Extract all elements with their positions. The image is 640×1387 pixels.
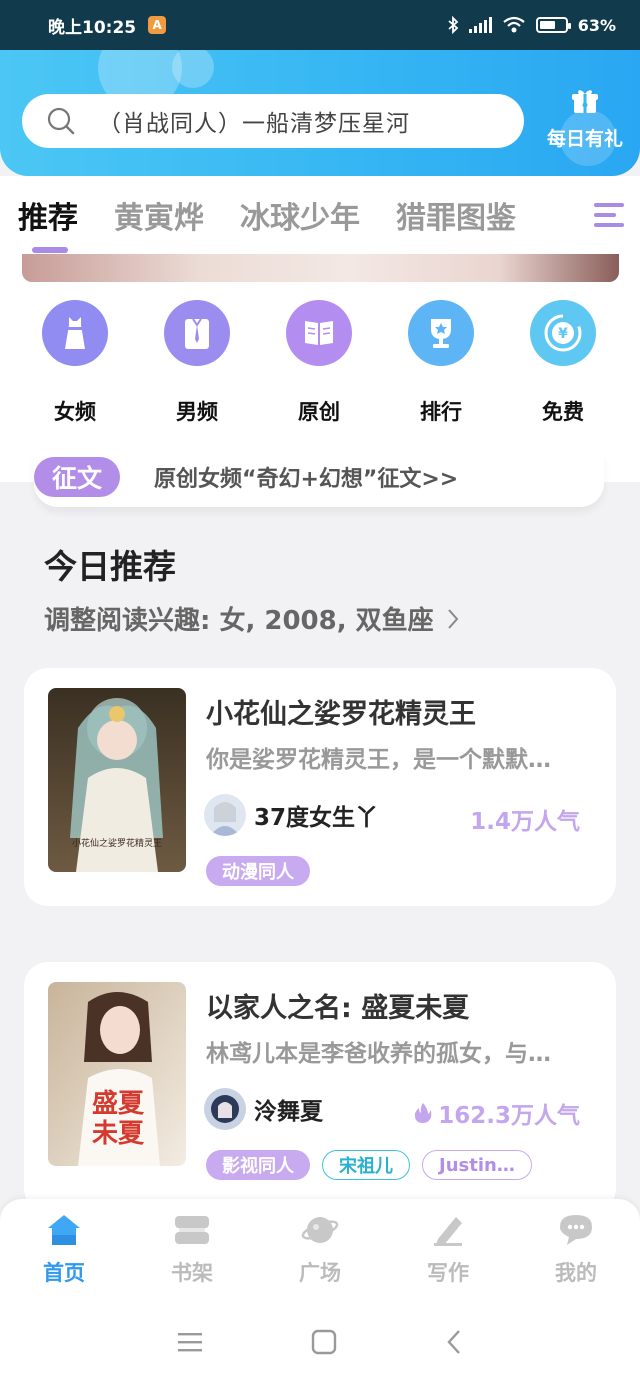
nav-label: 书架 <box>171 1261 213 1285</box>
tab-ice-hockey-youth[interactable]: 冰球少年 <box>240 193 360 237</box>
yuan-coin-icon: ¥ <box>530 300 596 366</box>
flame-icon <box>415 1103 432 1123</box>
signal-icon <box>468 17 492 33</box>
category-label: 男频 <box>176 400 218 424</box>
book-title[interactable]: 小花仙之娑罗花精灵王 <box>206 692 476 731</box>
category-label: 原创 <box>298 400 340 424</box>
book-tags: 动漫同人 <box>206 856 310 886</box>
tabs-menu-icon[interactable] <box>582 176 640 254</box>
system-nav-bar <box>0 1296 640 1387</box>
search-icon <box>47 107 75 135</box>
nav-plaza[interactable]: 广场 <box>256 1199 384 1296</box>
book-cover[interactable]: 小花仙之娑罗花精灵王 <box>48 688 186 872</box>
popularity-value: 1.4万人气 <box>470 809 580 835</box>
battery-icon <box>535 17 571 33</box>
search-bar[interactable]: （肖战同人）一船清梦压星河 <box>22 94 524 148</box>
book-icon <box>286 300 352 366</box>
nav-bookshelf[interactable]: 书架 <box>128 1199 256 1296</box>
popularity: 1.4万人气 <box>470 802 580 836</box>
category-label: 免费 <box>542 400 584 424</box>
daily-gift-label: 每日有礼 <box>546 128 623 150</box>
author-row[interactable]: 37度女生丫 <box>204 794 378 836</box>
status-bar: 晚上10:25 A 63% <box>0 0 640 50</box>
bookshelf-icon <box>128 1213 256 1247</box>
menu-icon[interactable] <box>176 1330 204 1354</box>
back-icon[interactable] <box>444 1328 464 1356</box>
notification-app-icon: A <box>148 16 167 34</box>
book-card[interactable]: 小花仙之娑罗花精灵王 小花仙之娑罗花精灵王 你是娑罗花精灵王，是一个默默… 37… <box>24 668 616 906</box>
category-free[interactable]: ¥ 免费 <box>502 300 624 426</box>
popularity: 162.3万人气 <box>414 1096 580 1130</box>
reading-interest-text: 调整阅读兴趣: 女, 2008, 双鱼座 <box>44 606 434 636</box>
bottom-nav: 首页 书架 广场 写作 我的 <box>0 1199 640 1296</box>
chat-bubble-icon <box>512 1213 640 1247</box>
nav-write[interactable]: 写作 <box>384 1199 512 1296</box>
book-title[interactable]: 以家人之名: 盛夏未夏 <box>206 986 469 1025</box>
author-name: 泠舞夏 <box>254 1099 323 1125</box>
status-time: 晚上10:25 <box>48 17 137 38</box>
tag-tv-fanfic[interactable]: 影视同人 <box>206 1150 310 1180</box>
cover-title-text: 小花仙之娑罗花精灵王 <box>72 837 162 849</box>
planet-icon <box>256 1213 384 1247</box>
status-icons: 63% <box>447 16 616 35</box>
book-description: 你是娑罗花精灵王，是一个默默… <box>206 747 551 773</box>
svg-text:¥: ¥ <box>558 326 568 342</box>
nav-label: 广场 <box>299 1261 341 1285</box>
header: （肖战同人）一船清梦压星河 每日有礼 <box>0 50 640 176</box>
avatar <box>204 794 246 836</box>
chevron-right-icon <box>447 608 459 629</box>
category-tabs: 推荐 黄寅烨 冰球少年 猎罪图鉴 <box>0 176 640 254</box>
search-placeholder: （肖战同人）一船清梦压星河 <box>98 111 410 137</box>
book-cover[interactable]: 盛夏 未夏 <box>48 982 186 1166</box>
contest-text: 原创女频“奇幻+幻想”征文>> <box>154 467 459 492</box>
tab-huang-yinye[interactable]: 黄寅烨 <box>114 193 204 237</box>
nav-label: 我的 <box>555 1261 597 1285</box>
nav-label: 首页 <box>43 1261 85 1285</box>
book-card[interactable]: 盛夏 未夏 以家人之名: 盛夏未夏 林鸢儿本是李爸收养的孤女，与… 泠舞夏 16… <box>24 962 616 1212</box>
tag-anime-fanfic[interactable]: 动漫同人 <box>206 856 310 886</box>
nav-mine[interactable]: 我的 <box>512 1199 640 1296</box>
tab-recommend[interactable]: 推荐 <box>18 193 78 253</box>
daily-gift-button[interactable]: 每日有礼 <box>540 88 630 151</box>
popularity-value: 162.3万人气 <box>438 1103 580 1129</box>
trophy-icon <box>408 300 474 366</box>
author-name: 37度女生丫 <box>254 805 379 831</box>
battery-percent: 63% <box>577 15 616 35</box>
home-button-icon[interactable] <box>310 1328 338 1356</box>
category-label: 女频 <box>54 400 96 424</box>
home-icon <box>0 1213 128 1247</box>
cover-title-line1: 盛夏 <box>92 1088 145 1119</box>
wifi-icon <box>503 16 525 33</box>
category-label: 排行 <box>420 400 462 424</box>
bluetooth-icon <box>448 16 459 34</box>
tag-justin[interactable]: Justin… <box>422 1150 532 1180</box>
dress-icon <box>42 300 108 366</box>
gift-icon <box>572 90 598 113</box>
section-title: 今日推荐 <box>44 547 176 586</box>
shirt-icon <box>164 300 230 366</box>
reading-interest-link[interactable]: 调整阅读兴趣: 女, 2008, 双鱼座 <box>44 600 460 637</box>
category-female[interactable]: 女频 <box>14 300 136 426</box>
tab-crime-catalog[interactable]: 猎罪图鉴 <box>396 193 516 237</box>
nav-label: 写作 <box>427 1261 469 1285</box>
avatar <box>204 1088 246 1130</box>
category-original[interactable]: 原创 <box>258 300 380 426</box>
category-grid: 女频 男频 原创 排行 ¥ 免费 <box>0 300 640 426</box>
tag-song-zuer[interactable]: 宋祖儿 <box>322 1150 410 1180</box>
cover-title-line2: 未夏 <box>92 1119 145 1149</box>
contest-banner[interactable]: 征文 原创女频“奇幻+幻想”征文>> <box>34 455 604 507</box>
nav-home[interactable]: 首页 <box>0 1199 128 1296</box>
category-male[interactable]: 男频 <box>136 300 258 426</box>
banner-image[interactable] <box>22 254 619 282</box>
book-description: 林鸢儿本是李爸收养的孤女，与… <box>206 1041 551 1067</box>
book-tags: 影视同人 宋祖儿 Justin… <box>206 1150 532 1180</box>
category-ranking[interactable]: 排行 <box>380 300 502 426</box>
author-row[interactable]: 泠舞夏 <box>204 1088 323 1130</box>
contest-tag: 征文 <box>34 457 120 497</box>
pen-icon <box>384 1213 512 1247</box>
